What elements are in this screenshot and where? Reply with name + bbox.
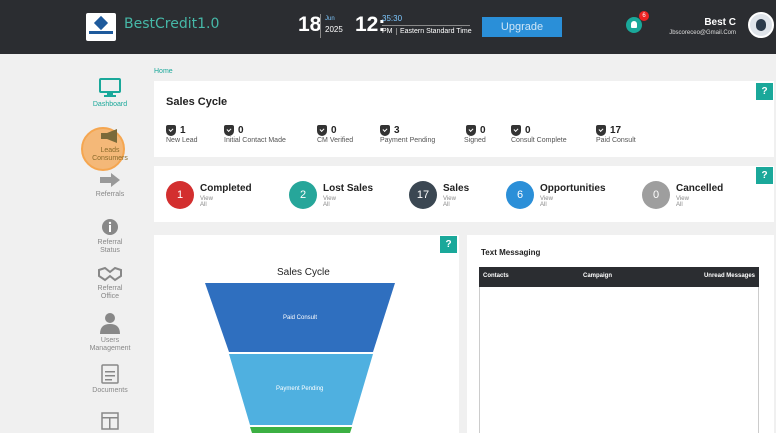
shield-icon xyxy=(224,125,234,137)
stage-signed[interactable]: 0 Signed xyxy=(464,122,486,144)
arrow-right-icon xyxy=(100,173,120,187)
sidebar-item-dashboard[interactable]: Dashboard xyxy=(76,78,144,109)
sidebar-item-label: Dashboard xyxy=(92,101,128,108)
sidebar-item-referral-status[interactable]: Referral Status xyxy=(76,218,144,255)
time-divider xyxy=(382,25,470,26)
status-count: 2 xyxy=(289,181,317,209)
status-count: 17 xyxy=(409,181,437,209)
column-header[interactable]: Unread Messages xyxy=(704,273,755,279)
sidebar-item-label: Referral Status xyxy=(97,239,123,254)
funnel-title: Sales Cycle xyxy=(277,267,330,278)
stage-cm-verified[interactable]: 0 CM Verified xyxy=(317,122,353,144)
text-messaging-title: Text Messaging xyxy=(481,248,541,257)
sidebar: Dashboard Leads Consumers Referrals Refe… xyxy=(76,54,144,433)
sidebar-item-label: Referrals xyxy=(95,191,125,198)
view-all-link[interactable]: View All xyxy=(676,196,689,208)
shield-icon xyxy=(596,125,606,137)
monitor-icon xyxy=(99,78,121,97)
sales-cycle-title: Sales Cycle xyxy=(166,96,228,108)
help-button[interactable]: ? xyxy=(756,167,773,184)
view-all-link[interactable]: View All xyxy=(323,196,336,208)
company-logo[interactable] xyxy=(86,13,116,41)
status-title: Lost Sales xyxy=(323,183,374,194)
shield-icon xyxy=(380,125,390,137)
sidebar-item-referrals[interactable]: Referrals xyxy=(76,172,144,199)
brand-name: BestCredit1.0 xyxy=(124,16,220,32)
status-title: Opportunities xyxy=(540,183,606,194)
help-button[interactable]: ? xyxy=(756,83,773,100)
stage-consult-complete[interactable]: 0 Consult Complete xyxy=(511,122,567,144)
status-title: Cancelled xyxy=(676,183,724,194)
stage-paid-consult[interactable]: 17 Paid Consult xyxy=(596,122,636,144)
user-name[interactable]: Best C xyxy=(704,17,736,28)
funnel-label: Payment Pending xyxy=(276,386,324,392)
shield-icon xyxy=(466,125,476,137)
user-icon xyxy=(100,313,120,334)
sidebar-item-label: Referral Office xyxy=(97,285,123,300)
sidebar-item-referral-office[interactable]: Referral Office xyxy=(76,266,144,301)
status-title: Sales xyxy=(443,183,470,194)
status-title: Completed xyxy=(200,183,252,194)
date-day: 18 xyxy=(298,13,322,36)
column-header[interactable]: Campaign xyxy=(583,273,612,279)
sidebar-item-label: Users Management xyxy=(89,337,131,352)
stage-payment-pending[interactable]: 3 Payment Pending xyxy=(380,122,435,144)
notification-badge: 6 xyxy=(639,11,649,21)
megaphone-icon xyxy=(101,129,117,143)
handshake-icon xyxy=(98,266,122,282)
breadcrumb[interactable]: Home xyxy=(154,68,173,75)
time-hour: 12: xyxy=(355,13,386,36)
sidebar-item-label: Documents xyxy=(92,387,128,394)
funnel-label: Paid Consult xyxy=(283,315,318,321)
date-month: Jun xyxy=(325,16,335,22)
view-all-link[interactable]: View All xyxy=(540,196,553,208)
layout-icon xyxy=(101,412,119,430)
upgrade-button[interactable]: Upgrade xyxy=(482,17,562,37)
shield-icon xyxy=(317,125,327,137)
sales-cycle-card xyxy=(154,81,774,157)
stage-initial-contact[interactable]: 0 Initial Contact Made xyxy=(224,122,286,144)
time-minute: 35:30 xyxy=(382,14,403,23)
sidebar-item-leads-consumers[interactable]: Leads Consumers xyxy=(76,128,144,163)
funnel-segment-bottom[interactable] xyxy=(250,427,352,433)
status-card xyxy=(154,166,774,222)
timezone: Eastern Standard Time xyxy=(396,28,472,35)
sidebar-item-documents[interactable]: Documents xyxy=(76,364,144,395)
info-icon xyxy=(102,219,118,235)
text-messaging-table-body xyxy=(479,287,759,433)
avatar[interactable] xyxy=(748,12,774,38)
status-count: 1 xyxy=(166,181,194,209)
table-header: Contacts Campaign Unread Messages xyxy=(479,267,759,287)
sidebar-item-label: Leads Consumers xyxy=(92,147,128,162)
sidebar-item-layout[interactable] xyxy=(76,412,144,430)
view-all-link[interactable]: View All xyxy=(443,196,456,208)
view-all-link[interactable]: View All xyxy=(200,196,213,208)
column-header[interactable]: Contacts xyxy=(483,273,509,279)
user-email: Jbscoreceo@Gmail.Com xyxy=(669,30,736,36)
document-icon xyxy=(101,364,119,384)
time-ampm: PM xyxy=(382,28,393,35)
stage-new-lead[interactable]: 1 New Lead xyxy=(166,122,198,144)
status-count: 6 xyxy=(506,181,534,209)
shield-icon xyxy=(166,125,176,137)
sales-funnel-chart xyxy=(205,283,395,433)
status-count: 0 xyxy=(642,181,670,209)
shield-icon xyxy=(511,125,521,137)
date-divider xyxy=(320,14,321,38)
sidebar-item-users-management[interactable]: Users Management xyxy=(76,312,144,353)
date-year: 2025 xyxy=(325,25,343,34)
top-bar: BestCredit1.0 18 Jun 2025 12: 35:30 PM E… xyxy=(0,0,776,54)
help-button[interactable]: ? xyxy=(440,236,457,253)
